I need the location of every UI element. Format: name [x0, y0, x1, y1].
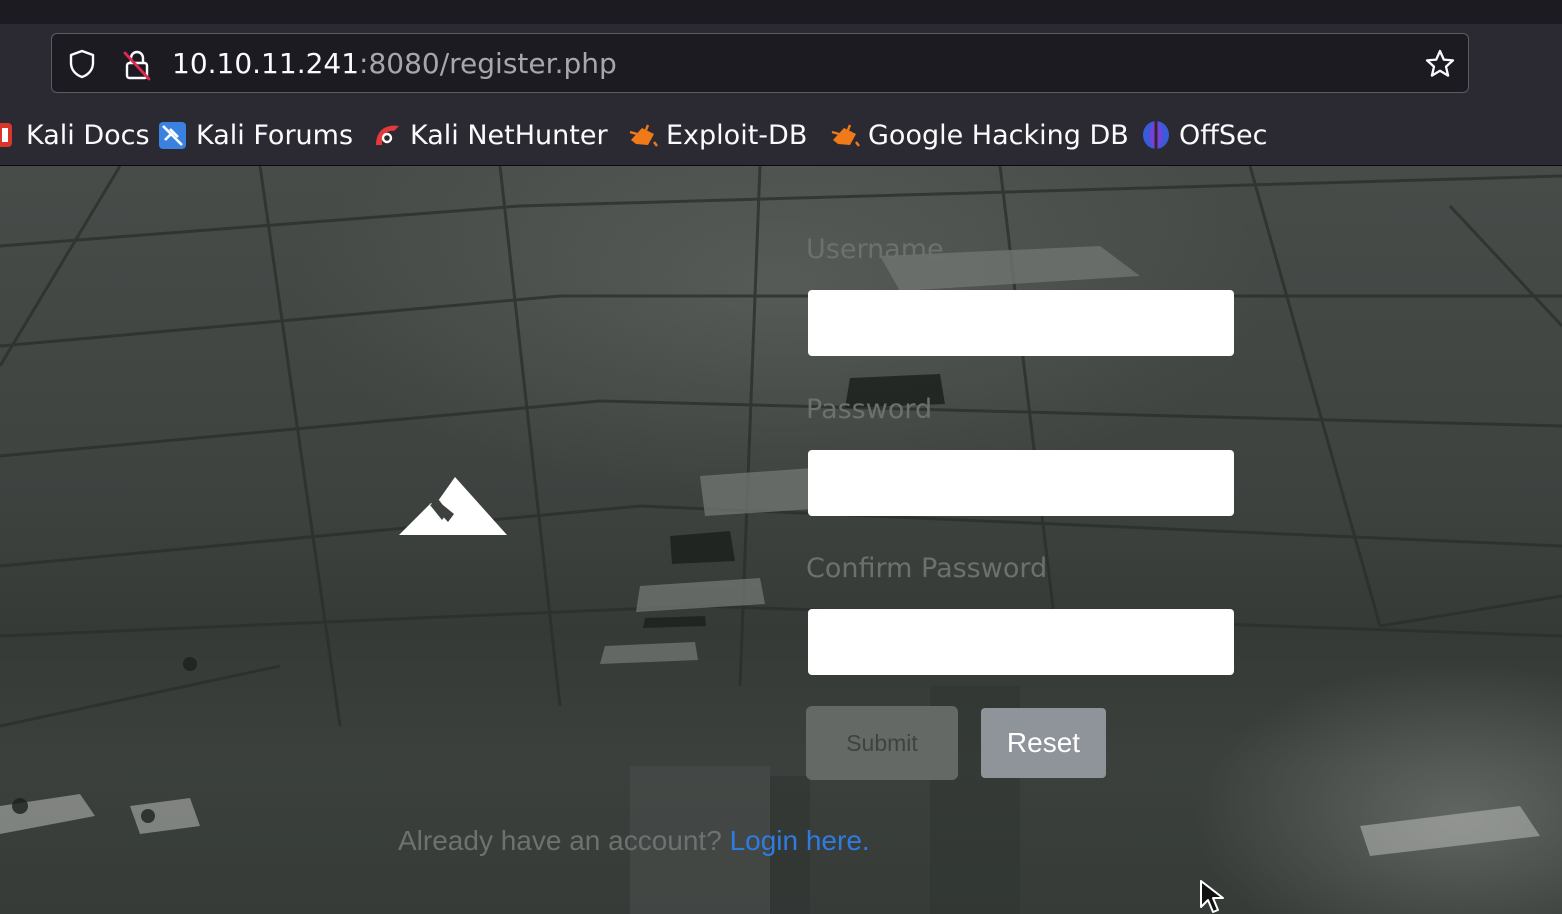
- bookmark-kali-nethunter[interactable]: Kali NetHunter: [372, 118, 608, 152]
- bookmark-kali-docs[interactable]: Kali Docs: [0, 118, 150, 152]
- bookmark-google-hacking-db[interactable]: Google Hacking DB: [830, 118, 1129, 152]
- confirm-password-input[interactable]: [808, 609, 1234, 675]
- address-bar[interactable]: 10.10.11.241:8080/register.php: [51, 33, 1469, 93]
- kali-forums-icon: [159, 122, 186, 149]
- exploit-db-icon: [629, 124, 658, 147]
- mouse-cursor-icon: [1200, 880, 1224, 913]
- bookmark-label: Kali Forums: [196, 119, 354, 151]
- password-label: Password: [806, 394, 933, 425]
- bookmark-label: Kali Docs: [26, 119, 150, 151]
- kali-docs-icon: [0, 123, 12, 147]
- bookmark-label: Google Hacking DB: [868, 119, 1129, 151]
- mountains-logo-icon: [399, 477, 507, 535]
- login-here-link[interactable]: Login here: [730, 825, 862, 856]
- bookmark-label: Exploit-DB: [666, 119, 808, 151]
- url-path: :8080/register.php: [359, 47, 617, 80]
- kali-nethunter-icon: [376, 125, 399, 145]
- bookmarks-toolbar: Kali Docs Kali Forums Kali NetHunter Exp…: [0, 104, 1562, 166]
- page-viewport: Username Password Confirm Password Submi…: [0, 166, 1562, 914]
- reset-button[interactable]: Reset: [981, 708, 1106, 778]
- username-input[interactable]: [808, 290, 1234, 356]
- login-link-period: .: [861, 825, 870, 856]
- bookmark-kali-forums[interactable]: Kali Forums: [158, 118, 353, 152]
- url-text[interactable]: 10.10.11.241:8080/register.php: [172, 48, 617, 80]
- submit-button[interactable]: Submit: [806, 706, 958, 780]
- login-prompt-text: Already have an account?: [398, 825, 722, 856]
- google-hacking-db-icon: [831, 124, 860, 147]
- offsec-icon: [1143, 121, 1169, 149]
- window-title-strip: [0, 0, 1562, 24]
- bookmark-label: OffSec: [1179, 119, 1268, 151]
- confirm-password-label: Confirm Password: [806, 553, 1048, 584]
- username-label: Username: [806, 234, 944, 265]
- bookmark-offsec[interactable]: OffSec: [1141, 118, 1267, 152]
- bookmark-label: Kali NetHunter: [410, 119, 608, 151]
- password-input[interactable]: [808, 450, 1234, 516]
- bookmark-exploit-db[interactable]: Exploit-DB: [628, 118, 807, 152]
- url-host: 10.10.11.241: [172, 47, 360, 80]
- tracking-protection-shield-icon[interactable]: [66, 48, 98, 80]
- insecure-lock-icon[interactable]: [120, 48, 154, 82]
- ceiling-background-image: [0, 166, 1562, 914]
- bookmark-star-icon[interactable]: [1424, 48, 1456, 80]
- login-prompt-line: Already have an account? Login here.: [398, 824, 870, 858]
